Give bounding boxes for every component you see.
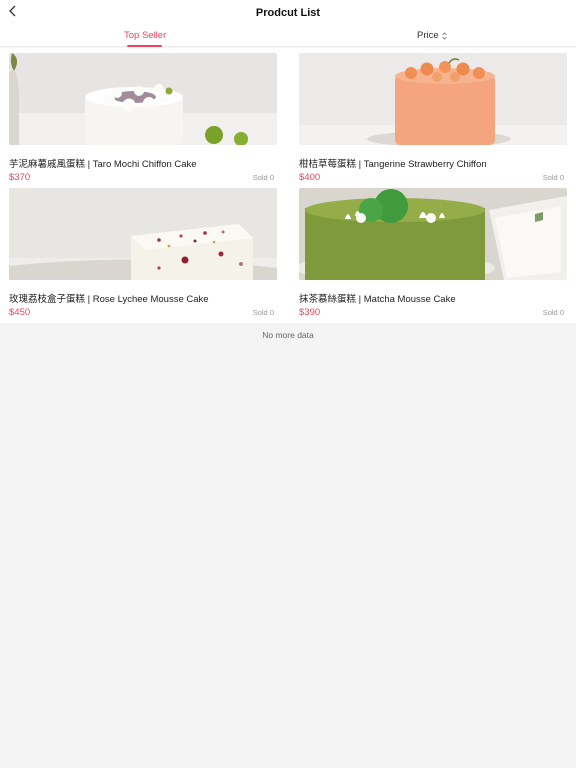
product-grid: 芋泥麻薯戚風蛋糕 | Taro Mochi Chiffon Cake $370 … bbox=[0, 48, 576, 323]
tab-active-indicator bbox=[127, 45, 162, 47]
product-card[interactable]: 玫瑰荔枝盒子蛋糕 | Rose Lychee Mousse Cake $450 … bbox=[9, 188, 277, 318]
product-sold-count: Sold 0 bbox=[252, 308, 274, 317]
sort-tabs: Top Seller Price bbox=[0, 26, 576, 47]
product-image bbox=[9, 188, 277, 280]
product-name: 玫瑰荔枝盒子蛋糕 | Rose Lychee Mousse Cake bbox=[9, 294, 209, 305]
product-card[interactable]: 抹茶慕絲蛋糕 | Matcha Mousse Cake $390 Sold 0 bbox=[299, 188, 567, 318]
product-name: 抹茶慕絲蛋糕 | Matcha Mousse Cake bbox=[299, 294, 456, 305]
product-price: $390 bbox=[299, 307, 321, 318]
product-image bbox=[299, 188, 567, 280]
product-image bbox=[299, 53, 567, 145]
page-title: Prodcut List bbox=[255, 7, 321, 19]
product-image bbox=[9, 53, 277, 145]
end-of-list-message: No more data bbox=[262, 330, 314, 340]
product-price: $400 bbox=[299, 172, 321, 183]
sort-updown-icon bbox=[441, 31, 448, 41]
tab-price-label: Price bbox=[417, 30, 439, 41]
product-price: $450 bbox=[9, 307, 31, 318]
product-price: $370 bbox=[9, 172, 31, 183]
tab-price[interactable]: Price bbox=[417, 30, 448, 41]
product-card[interactable]: 柑桔草莓蛋糕 | Tangerine Strawberry Chiffon $4… bbox=[299, 53, 567, 183]
product-sold-count: Sold 0 bbox=[542, 173, 564, 182]
product-card[interactable]: 芋泥麻薯戚風蛋糕 | Taro Mochi Chiffon Cake $370 … bbox=[9, 53, 277, 183]
product-sold-count: Sold 0 bbox=[252, 173, 274, 182]
product-sold-count: Sold 0 bbox=[542, 308, 564, 317]
product-name: 柑桔草莓蛋糕 | Tangerine Strawberry Chiffon bbox=[299, 159, 487, 170]
nav-bar: Prodcut List bbox=[0, 0, 576, 26]
product-name: 芋泥麻薯戚風蛋糕 | Taro Mochi Chiffon Cake bbox=[9, 159, 197, 170]
tab-top-seller[interactable]: Top Seller bbox=[124, 30, 166, 41]
